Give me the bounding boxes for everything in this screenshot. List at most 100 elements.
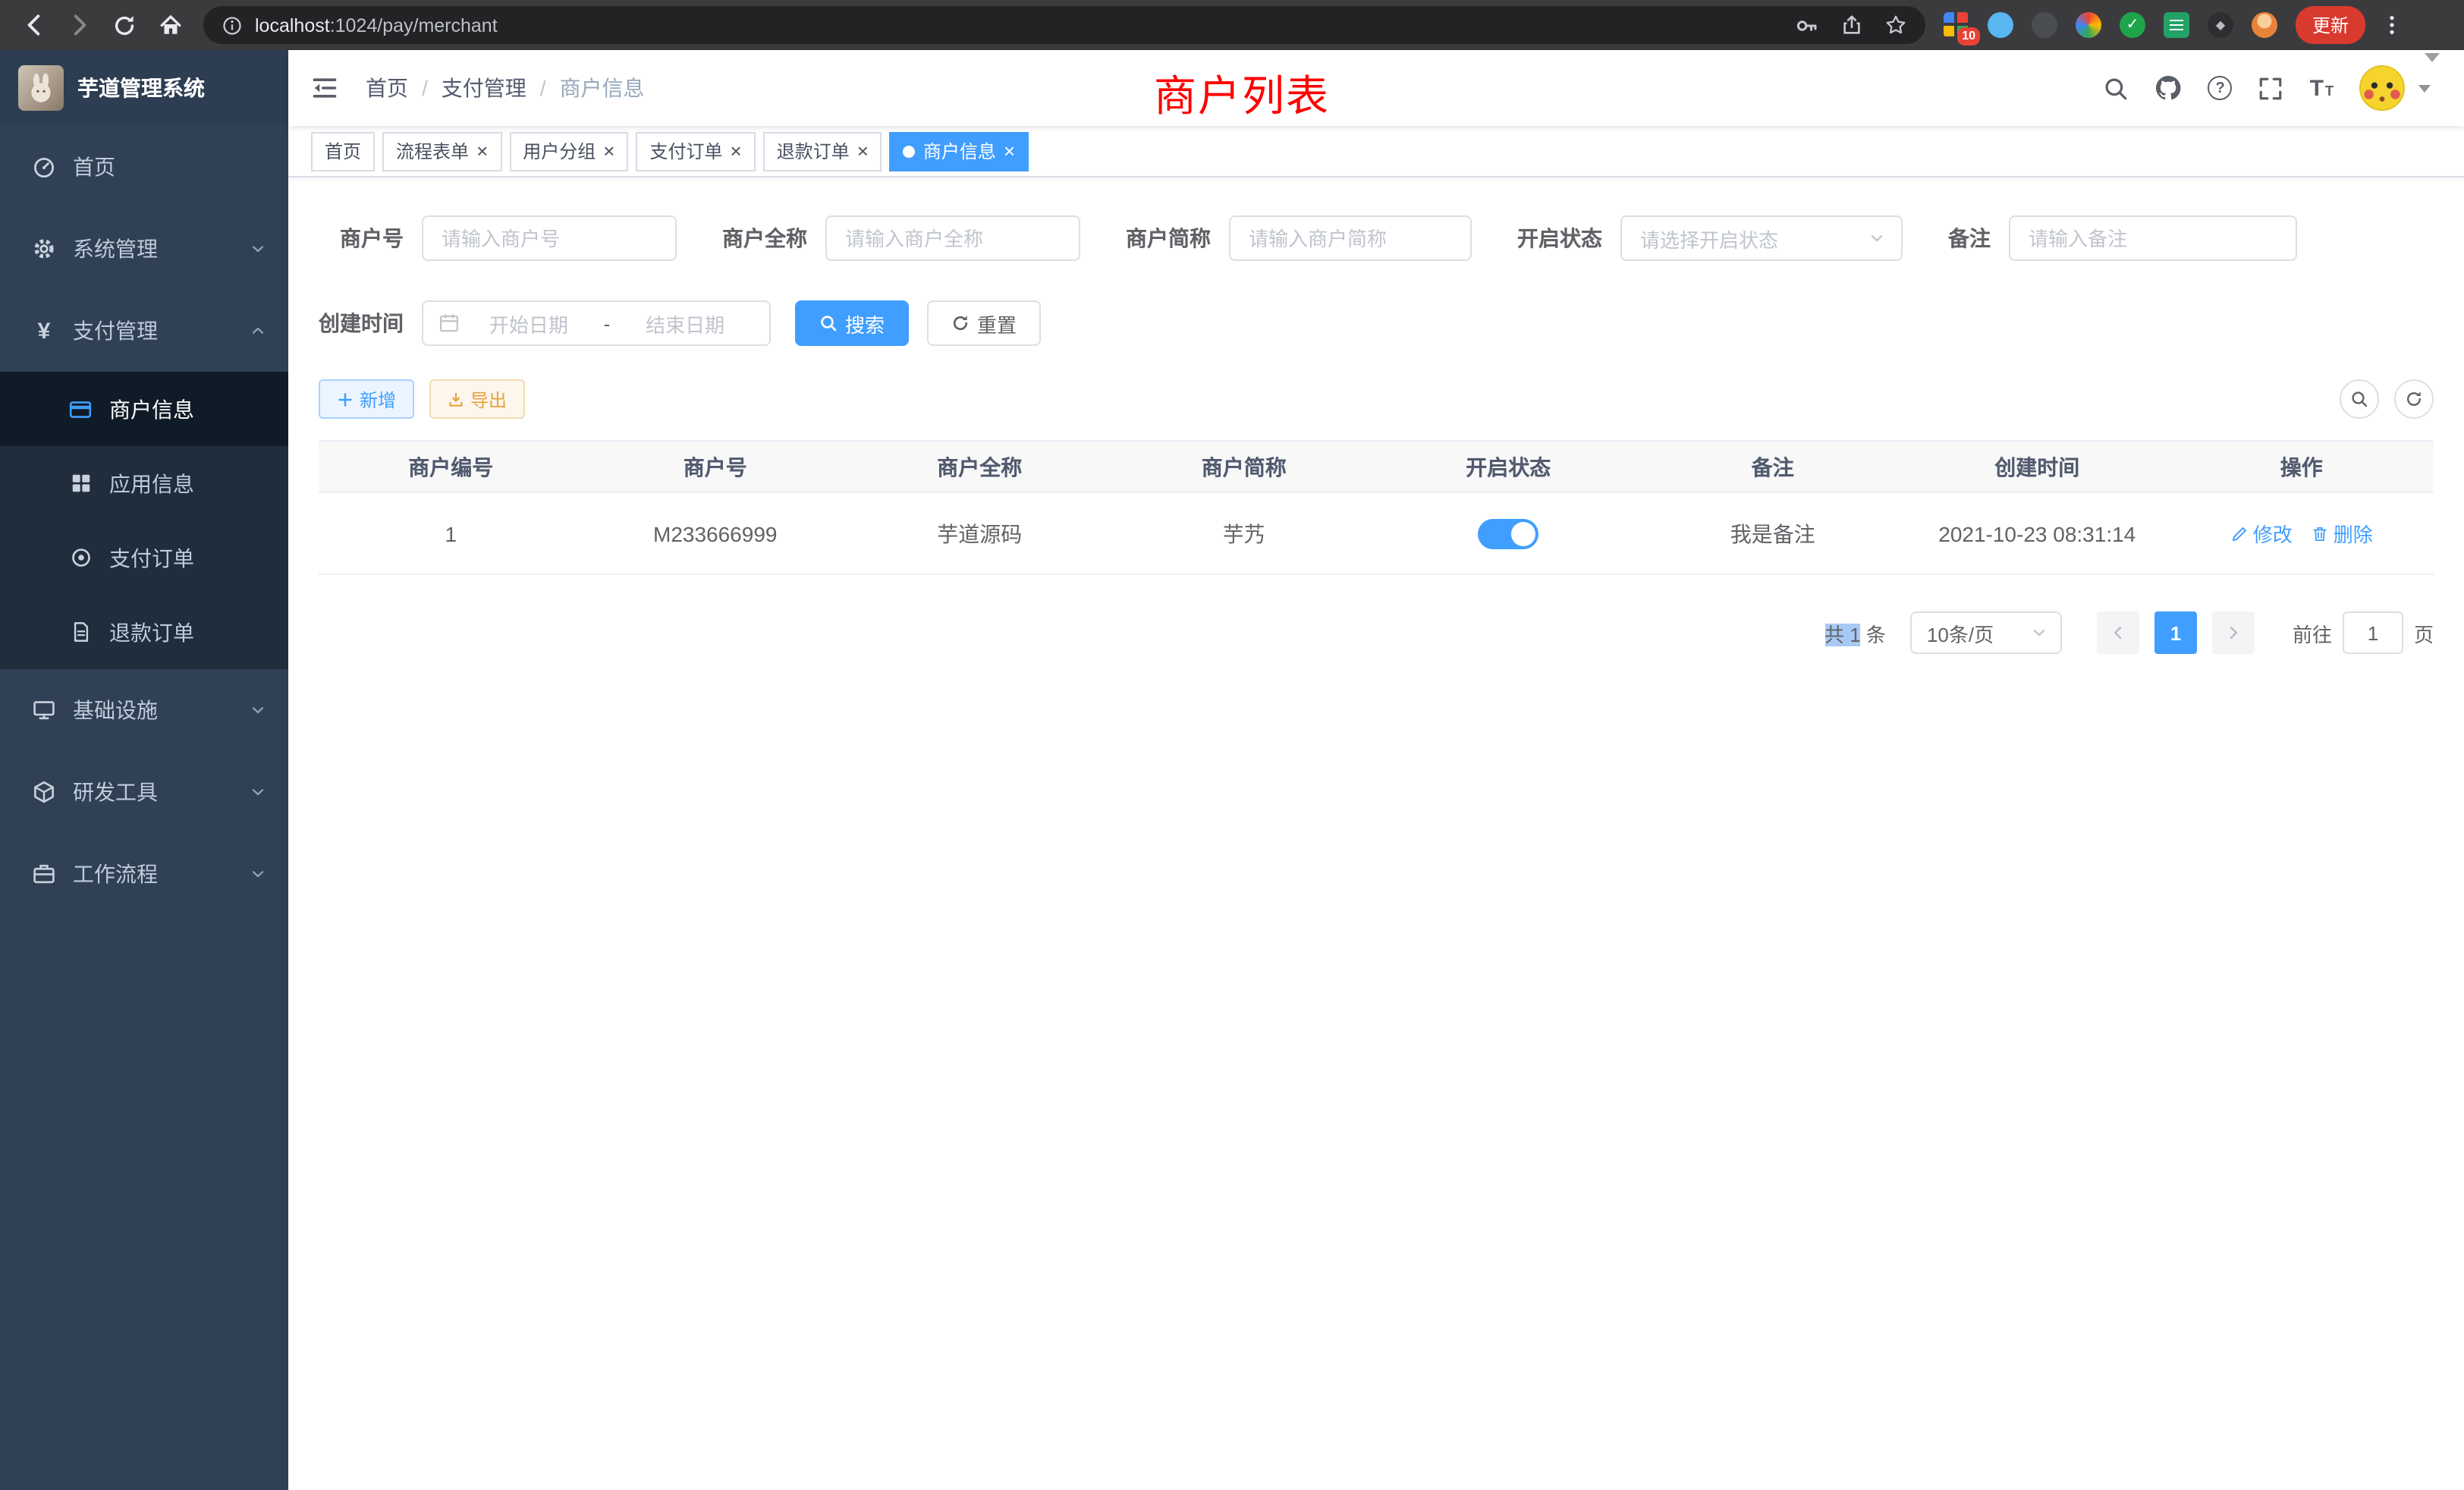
breadcrumb-pay[interactable]: 支付管理 xyxy=(442,73,526,103)
extension-pin-icon[interactable] xyxy=(2208,12,2233,38)
end-date-placeholder: 结束日期 xyxy=(616,309,754,338)
sidebar-item-refund-order[interactable]: 退款订单 xyxy=(0,595,288,669)
status-toggle[interactable] xyxy=(1478,518,1538,549)
status-select[interactable]: 请选择开启状态 xyxy=(1620,215,1903,261)
column-header: 开启状态 xyxy=(1376,451,1641,482)
browser-menu-icon[interactable] xyxy=(2381,14,2403,36)
tab-close-icon[interactable] xyxy=(603,141,614,161)
fullscreen-icon[interactable] xyxy=(2258,75,2284,101)
sidebar-item-label: 研发工具 xyxy=(73,777,158,807)
browser-dropdown-caret-icon[interactable] xyxy=(2425,53,2440,62)
browser-refresh-icon[interactable] xyxy=(106,7,143,43)
screen: localhost:1024/pay/merchant 10 更新 xyxy=(0,0,2464,1490)
tab-home[interactable]: 首页 xyxy=(311,131,375,171)
sidebar-item-pay-order[interactable]: 支付订单 xyxy=(0,520,288,595)
tab-merchant-info[interactable]: 商户信息 xyxy=(890,131,1029,171)
tab-process-form[interactable]: 流程表单 xyxy=(382,131,501,171)
refresh-table-button[interactable] xyxy=(2394,379,2434,419)
credit-card-icon xyxy=(67,397,94,421)
site-info-icon[interactable] xyxy=(222,14,243,36)
tab-close-icon[interactable] xyxy=(731,141,742,161)
extension-blue-icon[interactable] xyxy=(1988,12,2013,38)
merchant-name-label: 商户全称 xyxy=(722,223,825,253)
delete-link[interactable]: 删除 xyxy=(2311,519,2373,548)
merchant-name-input[interactable] xyxy=(825,215,1080,261)
tab-refund-order[interactable]: 退款订单 xyxy=(763,131,882,171)
app-title: 芋道管理系统 xyxy=(77,73,205,103)
cell-merchant-id: 1 xyxy=(319,521,583,545)
chevron-down-icon xyxy=(249,701,267,719)
sidebar-item-home[interactable]: 首页 xyxy=(0,126,288,208)
merchant-table: 商户编号 商户号 商户全称 商户简称 开启状态 备注 创建时间 操作 1 M23… xyxy=(319,440,2434,575)
search-icon[interactable] xyxy=(2104,75,2129,101)
reset-button[interactable]: 重置 xyxy=(927,300,1041,346)
toggle-search-button[interactable] xyxy=(2340,379,2379,419)
merchant-short-input[interactable] xyxy=(1229,215,1472,261)
tab-label: 流程表单 xyxy=(396,138,469,164)
extension-notes-icon[interactable] xyxy=(2164,12,2189,38)
password-key-icon[interactable] xyxy=(1795,13,1819,37)
browser-home-icon[interactable] xyxy=(152,7,188,43)
avatar-caret-icon[interactable] xyxy=(2418,84,2431,92)
merchant-no-input[interactable] xyxy=(422,215,677,261)
calendar-icon xyxy=(438,313,460,334)
page-number-button[interactable]: 1 xyxy=(2154,611,2197,654)
tab-user-group[interactable]: 用户分组 xyxy=(509,131,628,171)
chevron-down-icon xyxy=(249,240,267,258)
github-icon[interactable] xyxy=(2155,74,2183,102)
sidebar-item-devtools[interactable]: 研发工具 xyxy=(0,751,288,833)
bookmark-star-icon[interactable] xyxy=(1884,14,1907,36)
font-size-icon[interactable] xyxy=(2310,75,2334,101)
tab-close-icon[interactable] xyxy=(476,141,488,161)
goto-prefix: 前往 xyxy=(2293,618,2332,647)
column-header: 备注 xyxy=(1641,451,1906,482)
cell-remark: 我是备注 xyxy=(1641,518,1906,549)
cube-icon xyxy=(30,780,58,804)
monitor-icon xyxy=(30,698,58,722)
remark-input[interactable] xyxy=(2009,215,2297,261)
sidebar-item-system[interactable]: 系统管理 xyxy=(0,208,288,290)
help-icon[interactable] xyxy=(2208,76,2233,100)
browser-profile-avatar[interactable] xyxy=(2252,12,2277,38)
breadcrumb-separator xyxy=(540,76,546,100)
page-size-select[interactable]: 10条/页 xyxy=(1910,611,2062,654)
tab-label: 用户分组 xyxy=(523,138,596,164)
share-icon[interactable] xyxy=(1840,14,1863,36)
create-time-range-picker[interactable]: 开始日期 - 结束日期 xyxy=(422,300,771,346)
main-area: 首页 支付管理 商户信息 商户列表 首页 xyxy=(288,50,2464,1490)
prev-page-button[interactable] xyxy=(2097,611,2139,654)
breadcrumb-home[interactable]: 首页 xyxy=(366,73,408,103)
tab-pay-order[interactable]: 支付订单 xyxy=(636,131,755,171)
tab-close-icon[interactable] xyxy=(1004,141,1015,161)
sidebar-item-merchant-info[interactable]: 商户信息 xyxy=(0,372,288,446)
sidebar-item-workflow[interactable]: 工作流程 xyxy=(0,833,288,915)
pagination-total-selected: 共 1 xyxy=(1824,623,1861,646)
extension-color-icon[interactable] xyxy=(2076,12,2101,38)
extension-check-icon[interactable] xyxy=(2120,12,2145,38)
tab-close-icon[interactable] xyxy=(857,141,869,161)
sidebar-item-app-info[interactable]: 应用信息 xyxy=(0,446,288,520)
sidebar-toggle-icon[interactable] xyxy=(311,74,338,102)
column-header: 操作 xyxy=(2170,451,2434,482)
user-avatar[interactable] xyxy=(2359,65,2405,111)
next-page-button[interactable] xyxy=(2212,611,2255,654)
top-navbar: 首页 支付管理 商户信息 xyxy=(288,50,2464,126)
extension-dark-icon[interactable] xyxy=(2032,12,2057,38)
sidebar-item-pay[interactable]: ¥ 支付管理 xyxy=(0,290,288,372)
address-bar[interactable]: localhost:1024/pay/merchant xyxy=(203,6,1925,44)
search-button[interactable]: 搜索 xyxy=(795,300,909,346)
add-button[interactable]: 新增 xyxy=(319,379,414,419)
plus-icon xyxy=(337,391,354,407)
sidebar-item-infra[interactable]: 基础设施 xyxy=(0,669,288,751)
export-button[interactable]: 导出 xyxy=(429,379,525,419)
app-logo[interactable]: 芋道管理系统 xyxy=(0,50,288,126)
browser-forward-icon[interactable] xyxy=(61,7,97,43)
refresh-icon xyxy=(951,314,970,332)
extension-grid-icon[interactable]: 10 xyxy=(1944,12,1969,38)
goto-page-input[interactable] xyxy=(2343,611,2403,654)
browser-update-button[interactable]: 更新 xyxy=(2296,6,2365,44)
navbar-actions xyxy=(2104,65,2431,111)
chevron-down-icon xyxy=(249,783,267,801)
browser-back-icon[interactable] xyxy=(15,7,52,43)
edit-link[interactable]: 修改 xyxy=(2230,519,2293,548)
